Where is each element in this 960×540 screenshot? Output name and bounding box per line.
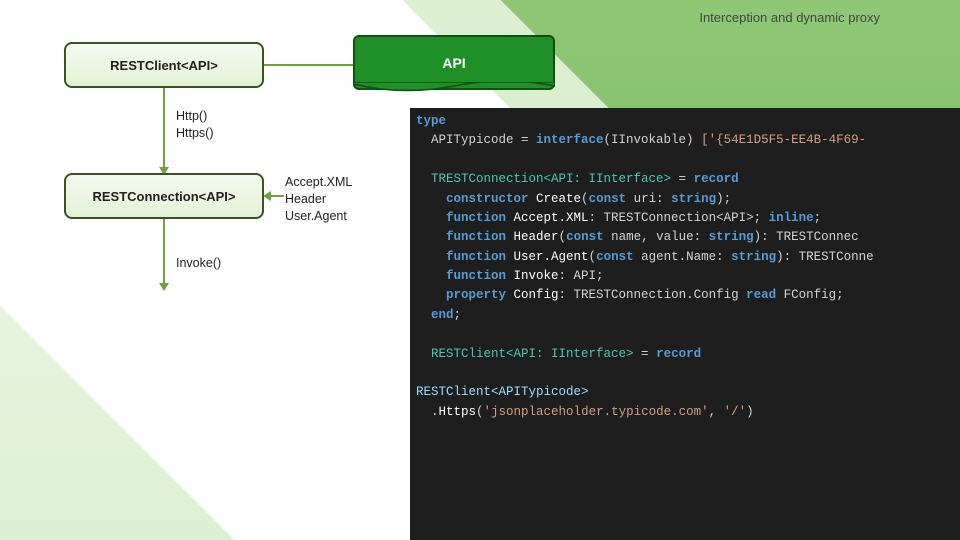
arrow-down-icon	[159, 283, 169, 291]
connector	[163, 88, 165, 173]
http-label: Http() Https()	[176, 108, 214, 142]
bg-decoration	[0, 305, 255, 540]
api-wave-icon	[353, 82, 555, 92]
restconnection-box: RESTConnection<API>	[64, 173, 264, 219]
slide-title: Interception and dynamic proxy	[699, 10, 880, 25]
accept-label: Accept.XML Header User.Agent	[285, 174, 352, 225]
restclient-box: RESTClient<API>	[64, 42, 264, 88]
code-panel: type APITypicode = interface(IInvokable)…	[410, 108, 960, 540]
connector	[264, 64, 353, 66]
connector	[270, 195, 284, 197]
invoke-label: Invoke()	[176, 255, 221, 272]
connector	[163, 219, 165, 289]
arrow-left-icon	[263, 191, 271, 201]
